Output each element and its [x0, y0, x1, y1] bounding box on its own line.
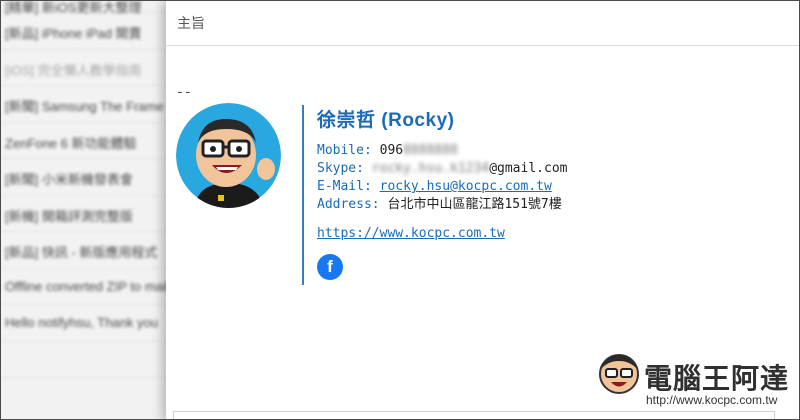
list-item[interactable] [1, 342, 173, 378]
list-item[interactable]: Hello notifyhsu, Thank you [1, 305, 173, 342]
email-link[interactable]: rocky.hsu@kocpc.com.tw [380, 179, 552, 194]
watermark-url: http://www.kocpc.com.tw [646, 393, 778, 407]
address-value: 台北市中山區龍江路151號7樓 [387, 197, 562, 212]
email-label: E-Mail: [317, 179, 372, 194]
list-item[interactable]: [新品] 快訊 - 新版應用程式 [1, 232, 173, 269]
list-item[interactable]: [精華] 新iOS更新大整理 [1, 1, 173, 15]
list-item[interactable]: [iOS] 完全懶人教學指南 [1, 50, 173, 86]
subject-field[interactable]: 主旨 [166, 1, 799, 46]
window-frame: [精華] 新iOS更新大整理 [新品] iPhone iPad 開賣 [iOS]… [0, 0, 800, 420]
watermark-logo-icon [599, 354, 639, 394]
mobile-value: 0968888888 [379, 143, 458, 158]
list-item[interactable]: [新聞] Samsung The Frame [1, 86, 173, 123]
signature-separator: -- [176, 85, 192, 100]
list-item[interactable]: ZenFone 6 新功能體驗 [1, 123, 173, 159]
skype-value: rocky.hsu.k1234@gmail.com [371, 161, 568, 176]
signature-divider [302, 105, 304, 285]
background-mail-list: [精華] 新iOS更新大整理 [新品] iPhone iPad 開賣 [iOS]… [1, 1, 173, 419]
skype-row: Skype: rocky.hsu.k1234@gmail.com [317, 160, 757, 178]
facebook-icon[interactable]: f [317, 254, 343, 280]
subject-label: 主旨 [177, 15, 205, 31]
email-signature: 徐崇哲 (Rocky) Mobile: 0968888888 Skype: ro… [176, 103, 567, 285]
list-item[interactable]: [新機] 開箱評測完整版 [1, 196, 173, 232]
signature-name: 徐崇哲 (Rocky) [317, 110, 455, 131]
mobile-label: Mobile: [317, 143, 372, 158]
address-row: Address: 台北市中山區龍江路151號7樓 [317, 196, 757, 214]
mobile-row: Mobile: 0968888888 [317, 142, 757, 160]
list-item[interactable]: [新聞] 小米新機發表會 [1, 159, 173, 196]
skype-label: Skype: [317, 161, 364, 176]
watermark: 電腦王阿達 http://www.kocpc.com.tw [598, 349, 798, 413]
list-item[interactable]: [新品] iPhone iPad 開賣 [1, 13, 173, 50]
signature-info: 徐崇哲 (Rocky) Mobile: 0968888888 Skype: ro… [317, 105, 757, 280]
address-label: Address: [317, 197, 380, 212]
website-link[interactable]: https://www.kocpc.com.tw [317, 226, 505, 241]
avatar [176, 103, 281, 208]
email-row: E-Mail: rocky.hsu@kocpc.com.tw [317, 178, 757, 196]
list-item[interactable]: Offline converted ZIP to mail [1, 269, 173, 305]
watermark-title: 電腦王阿達 [644, 363, 790, 394]
